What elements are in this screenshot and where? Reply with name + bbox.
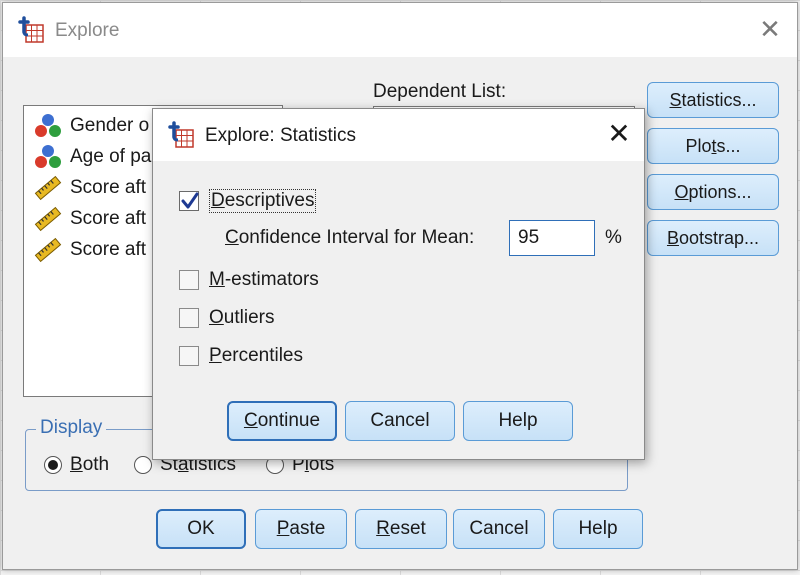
- ci-text: onfidence Interval for Mean:: [238, 227, 475, 248]
- explore-title: Explore: [55, 20, 120, 41]
- bootstrap-button[interactable]: Bootstrap...: [647, 220, 779, 256]
- nominal-variable-icon: [35, 114, 61, 137]
- paste-button[interactable]: Paste: [255, 509, 347, 549]
- reset-mnemonic: R: [376, 518, 390, 539]
- spss-app-icon: [18, 16, 44, 43]
- descriptives-text: escriptives: [224, 190, 315, 211]
- explore-titlebar: Explore ✕: [3, 3, 797, 57]
- cancel-button[interactable]: Cancel: [453, 509, 545, 549]
- confidence-interval-label: Confidence Interval for Mean:: [225, 227, 474, 249]
- variable-label: Age of pa: [70, 146, 152, 167]
- dependent-list-label: Dependent List:: [373, 81, 507, 102]
- ok-button[interactable]: OK: [156, 509, 246, 549]
- variable-list-item[interactable]: Score aft: [34, 236, 146, 264]
- statistics-dialog-title: Explore: Statistics: [205, 125, 356, 146]
- paste-mnemonic: P: [276, 518, 290, 539]
- checkbox-icon: [179, 346, 199, 366]
- plots-button[interactable]: Plots...: [647, 128, 779, 164]
- radio-selected-icon: [44, 456, 62, 474]
- stats-cancel-label: Cancel: [370, 410, 430, 431]
- check-mark-icon: [181, 192, 199, 209]
- percentiles-checkbox[interactable]: Percentiles: [179, 345, 303, 367]
- explore-statistics-dialog: Explore: Statistics ✕ Descriptives Confi…: [152, 108, 645, 460]
- both-label: oth: [82, 454, 110, 475]
- scale-variable-icon: [34, 206, 62, 232]
- close-icon[interactable]: ✕: [757, 16, 783, 42]
- ci-mnemonic: C: [225, 227, 239, 248]
- bootstrap-mnemonic: B: [666, 228, 679, 248]
- outliers-text: utliers: [223, 307, 275, 328]
- continue-label: ontinue: [257, 410, 321, 431]
- variable-list-item[interactable]: Age of pa: [34, 143, 151, 171]
- options-mnemonic: O: [674, 182, 689, 202]
- variable-label: Score aft: [70, 208, 147, 229]
- cancel-label: Cancel: [469, 518, 529, 539]
- scale-variable-icon: [34, 237, 62, 263]
- stats-help-button[interactable]: Help: [463, 401, 573, 441]
- percentiles-text: ercentiles: [221, 345, 304, 366]
- both-mnemonic: B: [70, 454, 83, 475]
- reset-label: eset: [389, 518, 426, 539]
- checkbox-icon: [179, 270, 199, 290]
- statistics-label: tatistics...: [681, 90, 757, 110]
- options-label: ptions...: [688, 182, 752, 202]
- m-estimators-mnemonic: M: [209, 269, 225, 290]
- percent-label: %: [605, 227, 622, 248]
- help-label: Help: [578, 518, 618, 539]
- descriptives-checkbox[interactable]: Descriptives: [179, 189, 317, 213]
- variable-list-item[interactable]: Score aft: [34, 174, 146, 202]
- variable-label: Score aft: [70, 239, 147, 260]
- percentiles-mnemonic: P: [209, 345, 222, 366]
- plots-label-before: Plo: [685, 136, 712, 156]
- percentiles-label: Percentiles: [209, 345, 303, 367]
- continue-mnemonic: C: [243, 410, 258, 431]
- outliers-mnemonic: O: [209, 307, 224, 328]
- statistics-mnemonic: S: [669, 90, 682, 110]
- display-legend: Display: [36, 417, 107, 439]
- outliers-checkbox[interactable]: Outliers: [179, 307, 274, 329]
- outliers-label: Outliers: [209, 307, 274, 329]
- statistics-titlebar: Explore: Statistics ✕: [153, 109, 644, 161]
- ok-label: OK: [187, 518, 215, 539]
- close-icon[interactable]: ✕: [605, 120, 633, 148]
- m-estimators-text: -estimators: [224, 269, 319, 290]
- checkbox-icon: [179, 308, 199, 328]
- m-estimators-label: M-estimators: [209, 269, 319, 291]
- variable-label: Gender o: [70, 115, 150, 136]
- bootstrap-label: ootstrap...: [678, 228, 760, 248]
- checkbox-checked-icon: [179, 191, 199, 211]
- confidence-interval-input[interactable]: [509, 220, 595, 256]
- scale-variable-icon: [34, 175, 62, 201]
- options-button[interactable]: Options...: [647, 174, 779, 210]
- m-estimators-checkbox[interactable]: M-estimators: [179, 269, 319, 291]
- help-button[interactable]: Help: [553, 509, 643, 549]
- reset-button[interactable]: Reset: [355, 509, 447, 549]
- stats-help-label: Help: [498, 410, 538, 431]
- plots-label-after: s...: [716, 136, 741, 156]
- descriptives-label: Descriptives: [209, 189, 317, 213]
- radio-icon: [134, 456, 152, 474]
- display-both-radio[interactable]: Both: [44, 454, 109, 476]
- descriptives-mnemonic: D: [211, 190, 225, 211]
- variable-label: Score aft: [70, 177, 147, 198]
- nominal-variable-icon: [35, 145, 61, 168]
- paste-label: aste: [289, 518, 326, 539]
- variable-list-item[interactable]: Gender o: [34, 112, 149, 140]
- continue-button[interactable]: Continue: [227, 401, 337, 441]
- stats-cancel-button[interactable]: Cancel: [345, 401, 455, 441]
- statistics-button[interactable]: Statistics...: [647, 82, 779, 118]
- spss-app-icon: [168, 121, 194, 148]
- variable-list-item[interactable]: Score aft: [34, 205, 146, 233]
